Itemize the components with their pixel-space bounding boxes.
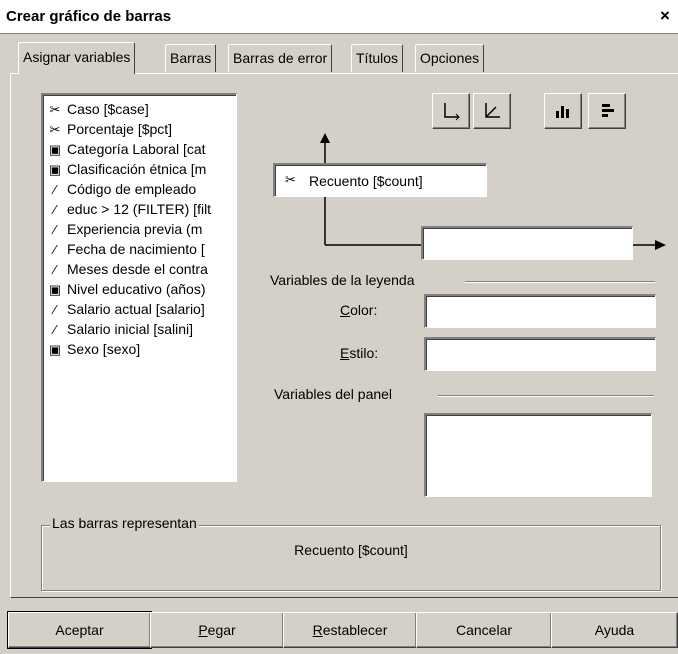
axis-vertical-icon <box>444 103 460 121</box>
list-item[interactable]: ✂ Porcentaje [$pct] <box>43 119 236 139</box>
variable-label: educ > 12 (FILTER) [filt <box>67 201 212 217</box>
y-axis-value: Recuento [$count] <box>309 173 423 189</box>
ruler-icon: ∕ <box>53 242 57 257</box>
scale-ruler-icon: ✂ <box>49 102 61 117</box>
y-axis-field[interactable]: ✂ Recuento [$count] <box>273 163 487 197</box>
bars-represent-heading: Las barras representan <box>50 515 199 531</box>
color-field[interactable] <box>424 294 656 328</box>
variable-label: Meses desde el contra <box>67 261 208 277</box>
reset-button[interactable]: Restablecer <box>283 612 417 648</box>
ruler-icon: ∕ <box>53 262 57 277</box>
window-title: Crear gráfico de barras <box>6 8 172 25</box>
horizontal-bars-button[interactable] <box>588 93 626 129</box>
scale-ruler-icon: ✂ <box>285 172 296 187</box>
tab-options[interactable]: Opciones <box>415 44 485 72</box>
variable-label: Código de empleado <box>67 181 197 197</box>
list-item[interactable]: ∕ educ > 12 (FILTER) [filt <box>43 199 236 219</box>
accept-button[interactable]: Aceptar <box>7 611 152 649</box>
list-item[interactable]: ∕ Salario inicial [salini] <box>43 319 236 339</box>
list-item[interactable]: ∕ Experiencia previa (m <box>43 219 236 239</box>
divider <box>438 395 654 397</box>
list-item[interactable]: ▣ Sexo [sexo] <box>43 339 236 359</box>
x-axis-field[interactable] <box>421 226 633 260</box>
cancel-button[interactable]: Cancelar <box>416 612 552 648</box>
variable-label: Sexo [sexo] <box>67 341 141 357</box>
panel-field[interactable] <box>424 413 652 497</box>
list-item[interactable]: ▣ Nivel educativo (años) <box>43 279 236 299</box>
variable-label: Caso [$case] <box>67 101 149 117</box>
tab-error-bars[interactable]: Barras de error <box>228 44 333 72</box>
variable-label: Categoría Laboral [cat <box>67 141 206 157</box>
nominal-bars-icon: ▣ <box>48 142 62 157</box>
bars-represent-group: Recuento [$count] <box>41 525 661 591</box>
variable-list[interactable]: ✂ Caso [$case] ✂ Porcentaje [$pct] ▣ Catego… <box>41 93 237 482</box>
ruler-icon: ∕ <box>53 222 57 237</box>
horizontal-bars-icon <box>602 104 614 117</box>
variable-label: Experiencia previa (m <box>67 221 203 237</box>
variable-label: Salario actual [salario] <box>67 301 205 317</box>
help-button[interactable]: Ayuda <box>551 612 678 648</box>
ruler-icon: ∕ <box>53 182 57 197</box>
paste-button[interactable]: Pegar <box>150 612 284 648</box>
list-item[interactable]: ∕ Salario actual [salario] <box>43 299 236 319</box>
axis-diagonal-icon <box>485 103 500 118</box>
tab-titles[interactable]: Títulos <box>351 44 404 72</box>
ruler-icon: ∕ <box>53 302 57 317</box>
bars-represent-value: Recuento [$count] <box>294 542 408 558</box>
variable-label: Salario inicial [salini] <box>67 321 194 337</box>
axis-vertical-button[interactable] <box>432 93 470 129</box>
vertical-bars-icon <box>556 106 569 118</box>
nominal-bars-icon: ▣ <box>48 342 62 357</box>
list-item[interactable]: ▣ Clasificación étnica [m <box>43 159 236 179</box>
list-item[interactable]: ✂ Caso [$case] <box>43 99 236 119</box>
legend-heading: Variables de la leyenda <box>270 272 415 288</box>
axis-diagonal-button[interactable] <box>473 93 511 129</box>
divider <box>465 281 655 283</box>
ruler-icon: ∕ <box>53 202 57 217</box>
variable-label: Clasificación étnica [m <box>67 161 207 177</box>
tab-bars[interactable]: Barras <box>165 44 217 72</box>
nominal-bars-icon: ▣ <box>48 282 62 297</box>
scale-ruler-icon: ✂ <box>49 122 61 137</box>
variable-label: Porcentaje [$pct] <box>67 121 173 137</box>
list-item[interactable]: ∕ Fecha de nacimiento [ <box>43 239 236 259</box>
tab-assign-variables[interactable]: Asignar variables <box>18 42 136 74</box>
color-label: Color: <box>340 302 378 318</box>
close-icon[interactable]: × <box>660 6 670 26</box>
style-label: Estilo: <box>340 345 379 361</box>
variable-label: Nivel educativo (años) <box>67 281 206 297</box>
list-item[interactable]: ▣ Categoría Laboral [cat <box>43 139 236 159</box>
list-item[interactable]: ∕ Meses desde el contra <box>43 259 236 279</box>
list-item[interactable]: ∕ Código de empleado <box>43 179 236 199</box>
ruler-icon: ∕ <box>53 322 57 337</box>
title-bar[interactable]: Crear gráfico de barras × <box>0 0 678 34</box>
style-field[interactable] <box>424 337 656 371</box>
variable-label: Fecha de nacimiento [ <box>67 241 205 257</box>
vertical-bars-button[interactable] <box>544 93 582 129</box>
panel-heading: Variables del panel <box>274 386 393 402</box>
nominal-bars-icon: ▣ <box>48 162 62 177</box>
